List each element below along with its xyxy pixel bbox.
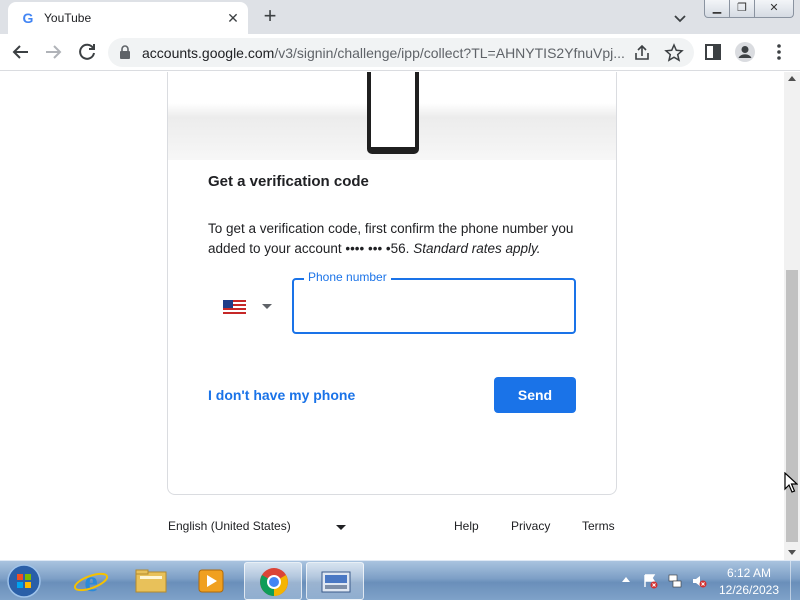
forward-icon[interactable]	[40, 39, 66, 65]
tab-youtube[interactable]: G YouTube ✕	[8, 2, 248, 34]
minimize-button[interactable]: ▁	[704, 0, 730, 18]
us-flag-icon	[223, 300, 246, 314]
language-select[interactable]: English (United States)	[168, 519, 358, 539]
description-text: To get a verification code, first confir…	[208, 219, 588, 259]
mouse-cursor-icon	[784, 472, 798, 493]
windows-taskbar: e 6:12 AM 12/26/2023	[0, 560, 800, 600]
chevron-down-icon[interactable]	[670, 8, 690, 28]
window-close-button[interactable]: ✕	[754, 0, 794, 18]
close-icon[interactable]: ✕	[224, 9, 242, 27]
clock-date: 12/26/2023	[718, 583, 780, 597]
url-host: accounts.google.com	[142, 45, 275, 61]
page-title: Get a verification code	[208, 173, 369, 190]
privacy-link[interactable]: Privacy	[511, 519, 550, 533]
file-explorer-icon[interactable]	[122, 562, 180, 600]
share-icon[interactable]	[632, 43, 652, 63]
standard-rates-note: Standard rates apply.	[413, 241, 541, 256]
menu-icon[interactable]	[768, 41, 790, 63]
volume-muted-icon[interactable]	[691, 573, 707, 589]
lock-icon[interactable]	[118, 45, 132, 60]
phone-number-input[interactable]	[306, 294, 562, 318]
browser-tab-strip: G YouTube ✕ + ▁ ❐ ✕	[0, 0, 800, 34]
chevron-down-icon	[336, 525, 346, 530]
back-icon[interactable]	[8, 39, 34, 65]
start-button-icon[interactable]	[4, 563, 44, 599]
network-icon[interactable]	[667, 573, 683, 589]
browser-toolbar: accounts.google.com/v3/signin/challenge/…	[0, 34, 800, 71]
profile-icon[interactable]	[734, 41, 756, 63]
show-hidden-icons-icon[interactable]	[622, 577, 630, 582]
phone-number-label: Phone number	[304, 270, 391, 284]
media-player-icon[interactable]	[182, 562, 240, 600]
no-phone-link[interactable]: I don't have my phone	[208, 387, 355, 403]
clock-time: 6:12 AM	[726, 566, 772, 580]
url-path: /v3/signin/challenge/ipp/collect?TL=AHNY…	[274, 45, 624, 61]
chevron-down-icon[interactable]	[262, 304, 272, 309]
help-link[interactable]: Help	[454, 519, 479, 533]
phone-number-field[interactable]: Phone number	[292, 270, 576, 334]
terms-link[interactable]: Terms	[582, 519, 615, 533]
send-button[interactable]: Send	[494, 377, 576, 413]
system-clock[interactable]: 6:12 AM 12/26/2023	[712, 565, 786, 599]
country-select[interactable]	[223, 298, 283, 318]
action-center-icon[interactable]	[642, 573, 658, 589]
reload-icon[interactable]	[74, 39, 100, 65]
address-bar[interactable]: accounts.google.com/v3/signin/challenge/…	[108, 38, 694, 67]
language-label: English (United States)	[168, 519, 291, 533]
star-icon[interactable]	[664, 43, 684, 63]
google-favicon-icon: G	[22, 10, 34, 26]
show-desktop-button[interactable]	[790, 561, 800, 600]
verification-card: Get a verification code To get a verific…	[167, 72, 617, 495]
internet-explorer-icon[interactable]: e	[62, 562, 120, 600]
tab-title: YouTube	[44, 11, 92, 25]
scrollbar-thumb[interactable]	[786, 270, 798, 542]
svg-text:e: e	[84, 565, 97, 598]
page-content: Get a verification code To get a verific…	[0, 72, 784, 560]
scroll-up-icon[interactable]	[788, 76, 796, 81]
restore-button[interactable]: ❐	[729, 0, 755, 18]
chrome-icon[interactable]	[244, 562, 302, 600]
new-tab-button[interactable]: +	[258, 5, 282, 29]
phone-illustration	[168, 72, 616, 160]
scroll-down-icon[interactable]	[788, 550, 796, 555]
url-text[interactable]: accounts.google.com/v3/signin/challenge/…	[142, 45, 624, 61]
sidepanel-icon[interactable]	[702, 41, 724, 63]
keyboard-icon[interactable]	[306, 562, 364, 600]
phone-illustration-icon	[367, 72, 419, 154]
